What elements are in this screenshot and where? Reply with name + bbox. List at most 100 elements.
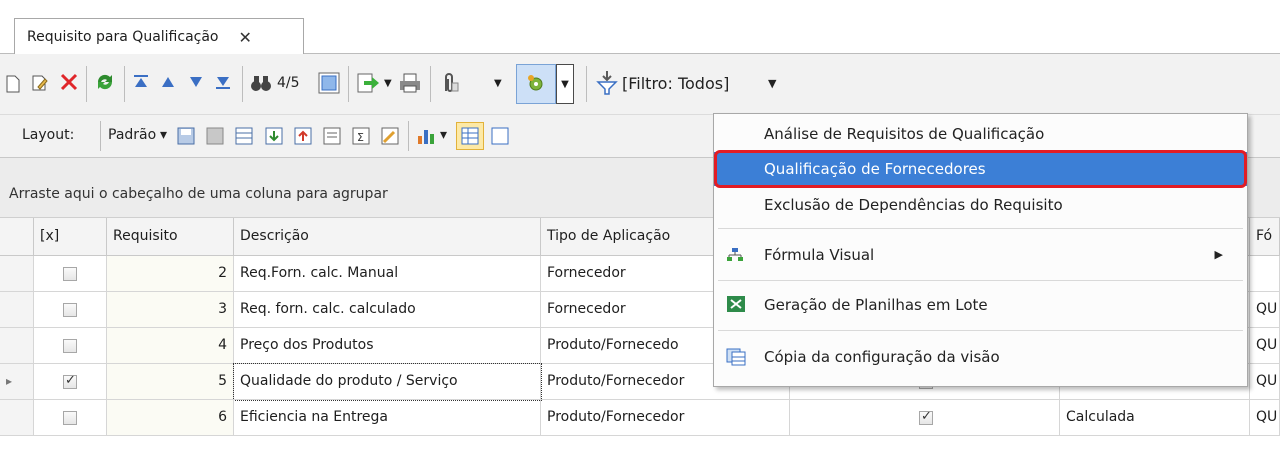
- select-cell[interactable]: [34, 400, 107, 436]
- separator: [408, 121, 409, 151]
- layout-icon[interactable]: [205, 126, 225, 146]
- menu-item-analise-requisitos[interactable]: Análise de Requisitos de Qualificação: [714, 118, 1247, 150]
- grid-icon[interactable]: [490, 126, 510, 146]
- chevron-down-icon[interactable]: ▾: [440, 127, 447, 143]
- tab-strip: Requisito para Qualificação ✕: [0, 0, 1280, 55]
- record-position: 4/5: [277, 75, 300, 91]
- actions-dropdown-chevron-icon[interactable]: ▼: [556, 64, 574, 104]
- requisito-cell[interactable]: 3: [107, 292, 234, 328]
- requisito-cell[interactable]: 6: [107, 400, 234, 436]
- descricao-cell[interactable]: Preço dos Produtos: [234, 328, 541, 364]
- copy-view-icon: [726, 348, 746, 370]
- row-indicator[interactable]: [0, 400, 34, 436]
- edit-icon[interactable]: [30, 73, 50, 93]
- formula-cell[interactable]: QU: [1250, 328, 1280, 364]
- refresh-icon[interactable]: [94, 70, 116, 94]
- group-icon[interactable]: [322, 126, 342, 146]
- flag-cell[interactable]: [790, 400, 1060, 436]
- requisito-cell[interactable]: 2: [107, 256, 234, 292]
- group-hint: Arraste aqui o cabeçalho de uma coluna p…: [9, 186, 388, 202]
- select-cell[interactable]: [34, 256, 107, 292]
- first-record-icon[interactable]: [132, 73, 150, 91]
- row-select-checkbox[interactable]: [63, 267, 77, 281]
- row-indicator[interactable]: [0, 292, 34, 328]
- row-select-checkbox[interactable]: [63, 339, 77, 353]
- separator: [586, 66, 587, 102]
- requisito-cell[interactable]: 5: [107, 364, 234, 400]
- export-layout-icon[interactable]: [293, 126, 313, 146]
- descricao-cell[interactable]: Eficiencia na Entrega: [234, 400, 541, 436]
- tab-requisito-qualificacao[interactable]: Requisito para Qualificação ✕: [14, 18, 304, 55]
- import-layout-icon[interactable]: [264, 126, 284, 146]
- previous-record-icon[interactable]: [161, 76, 175, 88]
- chevron-down-icon[interactable]: ▾: [160, 127, 167, 143]
- filter-icon[interactable]: [596, 70, 618, 96]
- callout-highlight: [714, 150, 1247, 188]
- grid-view-icon[interactable]: [318, 72, 340, 94]
- new-document-icon[interactable]: [4, 74, 22, 94]
- actions-menu: Análise de Requisitos de Qualificação Qu…: [713, 113, 1248, 387]
- chart-icon[interactable]: [416, 126, 440, 146]
- find-binoculars-icon[interactable]: [250, 73, 272, 93]
- descricao-cell[interactable]: Qualidade do produto / Serviço: [233, 363, 542, 401]
- row-select-checkbox[interactable]: [63, 411, 77, 425]
- save-layout-icon[interactable]: [176, 126, 196, 146]
- format-icon[interactable]: [380, 126, 400, 146]
- row-indicator-header: [0, 218, 34, 256]
- menu-separator: [718, 228, 1243, 229]
- gear-icon: [528, 75, 543, 91]
- select-cell[interactable]: [34, 292, 107, 328]
- calculo-cell[interactable]: Calculada: [1060, 400, 1250, 436]
- row-indicator[interactable]: [0, 328, 34, 364]
- flag-checkbox[interactable]: [919, 409, 933, 425]
- menu-item-copia-configuracao[interactable]: Cópia da configuração da visão: [714, 340, 1247, 374]
- formula-cell[interactable]: QU: [1250, 364, 1280, 400]
- view-toggle-button[interactable]: [456, 122, 484, 150]
- filter-dropdown-icon[interactable]: ▼: [768, 77, 776, 90]
- chevron-down-icon[interactable]: ▼: [384, 78, 392, 89]
- row-indicator[interactable]: [0, 256, 34, 292]
- print-icon[interactable]: [398, 72, 422, 94]
- select-cell[interactable]: [34, 328, 107, 364]
- next-record-icon[interactable]: [189, 76, 203, 88]
- descricao-cell[interactable]: Req. forn. calc. calculado: [234, 292, 541, 328]
- formula-cell[interactable]: QU: [1250, 400, 1280, 436]
- column-header-selected[interactable]: [x]: [34, 218, 107, 256]
- chevron-down-icon[interactable]: ▼: [494, 78, 502, 89]
- layout-standard-dropdown[interactable]: Padrão: [108, 127, 156, 143]
- descricao-cell[interactable]: Req.Forn. calc. Manual: [234, 256, 541, 292]
- delete-icon[interactable]: [58, 71, 80, 93]
- menu-separator: [718, 330, 1243, 331]
- spreadsheet-icon: [726, 295, 746, 317]
- column-header-descricao[interactable]: Descrição: [234, 218, 541, 256]
- select-cell[interactable]: [34, 364, 107, 400]
- separator: [348, 66, 349, 102]
- formula-cell[interactable]: [1250, 256, 1280, 292]
- column-header-formula[interactable]: Fó: [1250, 218, 1280, 256]
- requisito-cell[interactable]: 4: [107, 328, 234, 364]
- menu-item-geracao-planilhas[interactable]: Geração de Planilhas em Lote: [714, 288, 1247, 322]
- row-indicator[interactable]: ▸: [0, 364, 34, 400]
- summary-icon[interactable]: Σ: [351, 126, 371, 146]
- layout-label: Layout:: [22, 127, 75, 143]
- columns-icon[interactable]: [234, 126, 254, 146]
- row-select-checkbox[interactable]: [63, 303, 77, 317]
- formula-cell[interactable]: QU: [1250, 292, 1280, 328]
- tipo-aplicacao-cell[interactable]: Produto/Fornecedor: [541, 400, 790, 436]
- row-select-checkbox[interactable]: [63, 373, 77, 389]
- separator: [124, 66, 125, 102]
- column-header-requisito[interactable]: Requisito: [107, 218, 234, 256]
- table-icon: [461, 127, 479, 145]
- table-row[interactable]: 6 Eficiencia na Entrega Produto/Fornecedor…: [0, 400, 1280, 436]
- actions-button[interactable]: [516, 64, 556, 104]
- attachment-icon[interactable]: [440, 71, 460, 95]
- separator: [242, 66, 243, 102]
- menu-item-exclusao-dependencias[interactable]: Exclusão de Dependências do Requisito: [714, 190, 1247, 222]
- close-icon[interactable]: ✕: [239, 28, 252, 47]
- separator: [430, 66, 431, 102]
- menu-item-formula-visual[interactable]: Fórmula Visual ▶: [714, 238, 1247, 272]
- last-record-icon[interactable]: [214, 73, 232, 91]
- filter-label[interactable]: [Filtro: Todos]: [622, 74, 729, 93]
- export-icon[interactable]: [356, 72, 380, 94]
- tab-title: Requisito para Qualificação: [27, 29, 219, 45]
